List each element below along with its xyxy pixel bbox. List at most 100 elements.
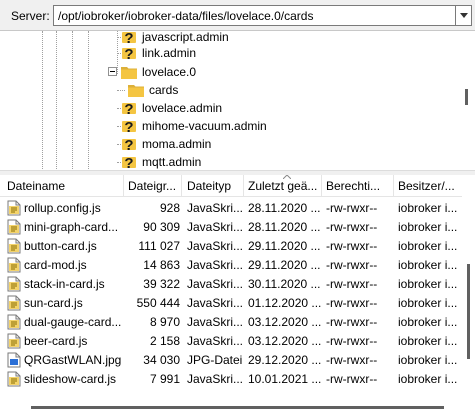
file-permissions: -rw-rwxr--: [326, 276, 378, 291]
table-row[interactable]: button-card.js 111 027 JavaSkri... 29.11.20…: [0, 236, 462, 255]
table-row[interactable]: mini-graph-card... 90 309 JavaSkri... 28.11…: [0, 217, 462, 236]
file-size: 8 970: [149, 314, 180, 329]
file-modified: 01.12.2020 ...: [248, 295, 322, 310]
table-row[interactable]: card-mod.js 14 863 JavaSkri... 29.11.2020 .…: [0, 255, 462, 274]
server-path-input[interactable]: /opt/iobroker/iobroker-data/files/lovela…: [53, 5, 456, 26]
column-header-permissions[interactable]: Berechti...: [322, 175, 394, 197]
file-modified: 03.12.2020 ...: [248, 333, 322, 348]
scrollbar-thumb[interactable]: [465, 89, 468, 105]
file-name-cell: beer-card.js: [0, 333, 124, 349]
tree-guide-line: [42, 31, 43, 170]
directory-tree[interactable]: ? javascript.admin ? link.admin lovelace…: [0, 30, 475, 170]
file-owner: iobroker i...: [398, 276, 458, 291]
tree-vertical-scrollbar[interactable]: [458, 31, 475, 170]
table-row[interactable]: dual-gauge-card... 8 970 JavaSkri... 03.12.…: [0, 312, 462, 331]
table-row[interactable]: rollup.config.js 928 JavaSkri... 28.11.2020…: [0, 198, 462, 217]
svg-text:?: ?: [124, 101, 133, 116]
file-size: 34 030: [143, 352, 180, 367]
file-size: 39 322: [143, 276, 180, 291]
column-header-type[interactable]: Dateityp: [182, 175, 244, 197]
js-file-icon: [7, 371, 21, 387]
column-header-size[interactable]: Dateigr...: [124, 175, 182, 197]
question-folder-icon: ?: [122, 31, 136, 45]
file-list-vertical-scrollbar[interactable]: [462, 175, 475, 400]
file-list[interactable]: Dateiname Dateigr... Dateityp Zuletzt ge…: [0, 175, 475, 415]
file-type: JavaSkri...: [187, 295, 244, 310]
file-permissions: -rw-rwxr--: [326, 219, 378, 234]
js-file-icon: [7, 219, 21, 235]
question-folder-icon: ?: [122, 101, 136, 116]
tree-item-label: link.admin: [142, 46, 197, 60]
scrollbar-thumb[interactable]: [467, 264, 470, 359]
column-header-owner[interactable]: Besitzer/...: [394, 175, 462, 197]
file-size: 7 991: [149, 371, 180, 386]
column-header-name[interactable]: Dateiname: [0, 175, 124, 197]
file-modified: 10.01.2021 ...: [248, 371, 322, 386]
file-owner: iobroker i...: [398, 371, 458, 386]
table-row[interactable]: slideshow-card.js 7 991 JavaSkri... 10.01.2…: [0, 369, 462, 388]
svg-text:?: ?: [124, 155, 133, 170]
image-file-icon: [7, 352, 21, 368]
file-modified: 03.12.2020 ...: [248, 314, 322, 329]
file-permissions: -rw-rwxr--: [326, 371, 378, 386]
file-list-horizontal-scrollbar[interactable]: [0, 400, 475, 415]
file-size: 90 309: [143, 219, 180, 234]
tree-item[interactable]: ? link.admin: [104, 44, 197, 62]
file-modified: 29.11.2020 ...: [248, 257, 321, 272]
scrollbar-thumb[interactable]: [31, 406, 444, 409]
tree-item[interactable]: ? moma.admin: [104, 135, 212, 153]
tree-item[interactable]: ? lovelace.admin: [104, 99, 223, 117]
question-folder-icon: ?: [122, 46, 136, 61]
file-modified: 30.11.2020 ...: [248, 276, 321, 291]
collapse-toggle[interactable]: [108, 67, 117, 76]
folder-icon: [121, 66, 137, 79]
file-permissions: -rw-rwxr--: [326, 257, 378, 272]
tree-guide-line: [56, 31, 57, 170]
file-type: JavaSkri...: [187, 371, 244, 386]
table-row[interactable]: beer-card.js 2 158 JavaSkri... 03.12.2020 .…: [0, 331, 462, 350]
tree-item-selected[interactable]: cards: [117, 81, 180, 99]
file-modified: 29.11.2020 ...: [248, 238, 321, 253]
js-file-icon: [7, 257, 21, 273]
question-folder-icon: ?: [122, 155, 136, 170]
file-owner: iobroker i...: [398, 238, 458, 253]
file-name: card-mod.js: [24, 257, 87, 272]
table-row[interactable]: QRGastWLAN.jpg 34 030 JPG-Datei 29.12.2020 …: [0, 350, 462, 369]
table-row[interactable]: sun-card.js 550 444 JavaSkri... 01.12.2020 …: [0, 293, 462, 312]
file-name-cell: QRGastWLAN.jpg: [0, 352, 124, 368]
file-name: mini-graph-card...: [24, 219, 119, 234]
tree-item[interactable]: ? mqtt.admin: [104, 153, 202, 170]
sort-ascending-icon: [282, 175, 291, 179]
file-type: JavaSkri...: [187, 276, 244, 291]
file-name-cell: rollup.config.js: [0, 200, 124, 216]
file-name: slideshow-card.js: [24, 371, 117, 386]
file-permissions: -rw-rwxr--: [326, 295, 378, 310]
tree-guide-line: [117, 90, 125, 91]
file-modified: 29.12.2020 ...: [248, 352, 322, 367]
tree-item[interactable]: lovelace.0: [104, 63, 197, 81]
tree-item-label: mqtt.admin: [142, 155, 202, 169]
question-folder-icon: ?: [122, 119, 136, 134]
svg-text:?: ?: [124, 137, 133, 152]
tree-item[interactable]: ? mihome-vacuum.admin: [104, 117, 268, 135]
tree-guide-line: [88, 31, 89, 170]
js-file-icon: [7, 238, 21, 254]
file-name: stack-in-card.js: [24, 276, 105, 291]
file-size: 550 444: [136, 295, 180, 310]
file-size: 928: [159, 200, 180, 215]
file-permissions: -rw-rwxr--: [326, 314, 378, 329]
svg-text:?: ?: [124, 46, 133, 61]
js-file-icon: [7, 276, 21, 292]
file-name-cell: slideshow-card.js: [0, 371, 124, 387]
server-label: Server:: [11, 9, 50, 23]
column-header-modified[interactable]: Zuletzt geä...: [244, 175, 322, 197]
file-size: 2 158: [149, 333, 180, 348]
file-owner: iobroker i...: [398, 200, 458, 215]
file-owner: iobroker i...: [398, 314, 458, 329]
file-owner: iobroker i...: [398, 295, 458, 310]
file-name: sun-card.js: [24, 295, 83, 310]
server-path-dropdown[interactable]: [456, 5, 472, 26]
table-row[interactable]: stack-in-card.js 39 322 JavaSkri... 30.11.2…: [0, 274, 462, 293]
js-file-icon: [7, 314, 21, 330]
file-modified: 28.11.2020 ...: [248, 219, 321, 234]
